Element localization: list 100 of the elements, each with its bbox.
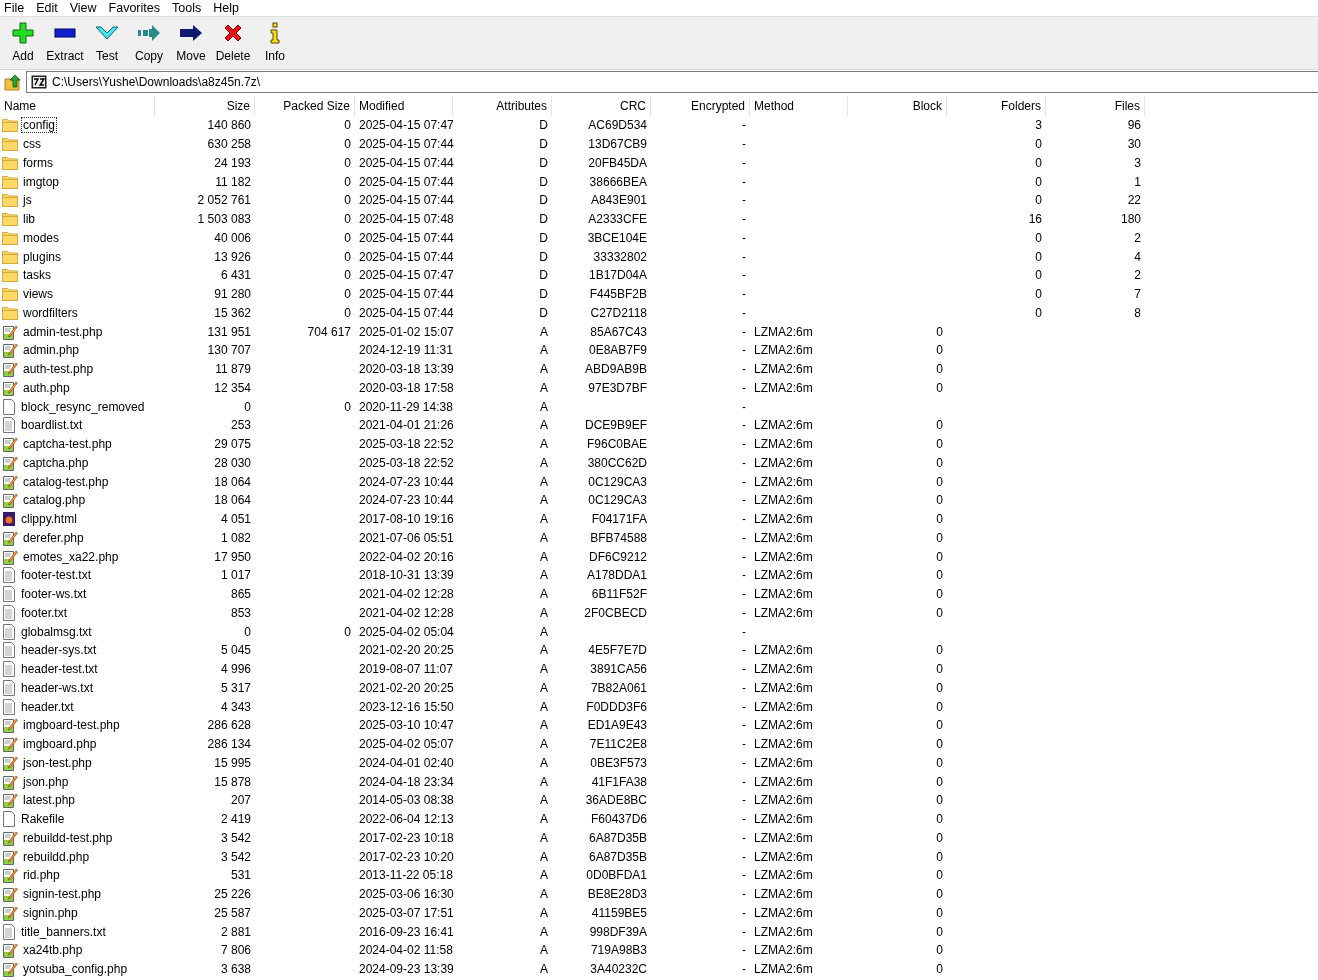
file-name[interactable]: footer.txt xyxy=(19,604,70,621)
file-name[interactable]: rebuildd.php xyxy=(21,848,92,865)
table-cell: 0 xyxy=(936,605,943,620)
table-cell: 180 xyxy=(1120,212,1141,227)
table-cell: 3 542 xyxy=(220,849,251,864)
file-name[interactable]: header-ws.txt xyxy=(19,679,96,696)
table-cell: 0 xyxy=(936,868,943,883)
table-cell: 13 926 xyxy=(214,249,251,264)
table-cell: - xyxy=(742,324,746,339)
file-name[interactable]: rebuildd-test.php xyxy=(21,829,115,846)
file-name[interactable]: forms xyxy=(21,154,55,171)
file-name[interactable]: Rakefile xyxy=(19,811,67,828)
file-name[interactable]: plugins xyxy=(21,248,64,265)
file-name[interactable]: xa24tb.php xyxy=(21,942,85,959)
table-cell: 0 xyxy=(344,287,351,302)
file-name[interactable]: catalog-test.php xyxy=(21,473,111,490)
file-name[interactable]: captcha.php xyxy=(21,454,91,471)
table-cell: 17 950 xyxy=(214,549,251,564)
folder-icon xyxy=(2,268,18,283)
file-name[interactable]: modes xyxy=(21,229,62,246)
toolbar-button[interactable]: Info xyxy=(254,17,296,69)
file-name[interactable]: config xyxy=(21,117,58,134)
file-name[interactable]: wordfilters xyxy=(21,304,80,321)
table-cell: 0 xyxy=(936,587,943,602)
table-cell: BE8E28D3 xyxy=(587,887,647,902)
table-cell: A xyxy=(540,905,548,920)
file-name[interactable]: captcha-test.php xyxy=(21,436,114,453)
file-name[interactable]: header-test.txt xyxy=(19,661,100,678)
table-cell: F0DDD3F6 xyxy=(586,699,647,714)
table-cell: 253 xyxy=(230,418,251,433)
file-name[interactable]: clippy.html xyxy=(19,511,79,528)
table-cell: 2025-03-18 22:52 xyxy=(359,455,454,470)
file-name[interactable]: globalmsg.txt xyxy=(19,623,94,640)
table-cell: 1 017 xyxy=(220,568,251,583)
file-name[interactable]: header.txt xyxy=(19,698,76,715)
table-cell: - xyxy=(742,212,746,227)
table-cell: 2025-04-15 07:44 xyxy=(359,230,454,245)
file-name[interactable]: catalog.php xyxy=(21,492,88,509)
table-cell: 2024-07-23 10:44 xyxy=(359,474,454,489)
menu-item[interactable]: Edit xyxy=(30,0,64,16)
file-name[interactable]: imgtop xyxy=(21,173,62,190)
table-cell: 41F1FA38 xyxy=(591,774,647,789)
file-name[interactable]: js xyxy=(21,192,34,209)
file-name[interactable]: auth-test.php xyxy=(21,361,96,378)
menu-item[interactable]: View xyxy=(63,0,103,16)
menu-item[interactable]: Help xyxy=(207,0,245,16)
table-cell: 2021-07-06 05:51 xyxy=(359,530,454,545)
file-name[interactable]: header-sys.txt xyxy=(19,642,99,659)
folder-icon xyxy=(2,287,18,302)
menu-item[interactable]: Tools xyxy=(166,0,208,16)
table-cell: 0 xyxy=(344,268,351,283)
file-name[interactable]: latest.php xyxy=(21,792,78,809)
table-cell: LZMA2:6m xyxy=(754,549,813,564)
table-cell: D xyxy=(539,230,548,245)
file-name[interactable]: json-test.php xyxy=(21,754,94,771)
file-name[interactable]: rid.php xyxy=(21,867,62,884)
table-cell: A xyxy=(540,605,548,620)
file-name[interactable]: block_resync_removed xyxy=(19,398,147,415)
table-cell: 38666BEA xyxy=(589,174,647,189)
file-name[interactable]: lib xyxy=(21,211,37,228)
file-name[interactable]: views xyxy=(21,286,55,303)
file-name[interactable]: admin.php xyxy=(21,342,82,359)
menu-item[interactable]: Favorites xyxy=(102,0,166,16)
file-name[interactable]: auth.php xyxy=(21,379,72,396)
file-name[interactable]: admin-test.php xyxy=(21,323,105,340)
file-name[interactable]: imgboard.php xyxy=(21,736,99,753)
toolbar-button[interactable]: Copy xyxy=(128,17,170,69)
table-cell: 2 xyxy=(1134,268,1141,283)
table-cell: - xyxy=(742,287,746,302)
file-name[interactable]: json.php xyxy=(21,773,71,790)
file-name[interactable]: footer-test.txt xyxy=(19,567,94,584)
file-name[interactable]: title_banners.txt xyxy=(19,923,108,940)
table-cell: 0 xyxy=(344,305,351,320)
toolbar-button[interactable]: Add xyxy=(2,17,44,69)
table-cell: 0 xyxy=(1035,268,1042,283)
menu-item[interactable]: File xyxy=(0,0,31,16)
file-name[interactable]: footer-ws.txt xyxy=(19,586,89,603)
file-name[interactable]: imgboard-test.php xyxy=(21,717,122,734)
table-cell: 2025-04-15 07:44 xyxy=(359,155,454,170)
file-name[interactable]: yotsuba_config.php xyxy=(21,961,130,978)
toolbar-button[interactable]: Extract xyxy=(44,17,86,69)
file-name[interactable]: tasks xyxy=(21,267,53,284)
table-cell: LZMA2:6m xyxy=(754,493,813,508)
file-name[interactable]: emotes_xa22.php xyxy=(21,548,121,565)
table-cell: - xyxy=(742,943,746,958)
file-name[interactable]: css xyxy=(21,136,43,153)
path-field[interactable]: C:\Users\Yushe\Downloads\a8z45n.7z\ xyxy=(26,71,1318,93)
file-name[interactable]: derefer.php xyxy=(21,529,86,546)
table-cell: 2025-04-15 07:48 xyxy=(359,212,454,227)
toolbar-button[interactable]: Test xyxy=(86,17,128,69)
file-name[interactable]: boardlist.txt xyxy=(19,417,85,434)
table-cell: 0 xyxy=(344,137,351,152)
file-name[interactable]: signin-test.php xyxy=(21,886,104,903)
table-cell: LZMA2:6m xyxy=(754,455,813,470)
toolbar-button[interactable]: Delete xyxy=(212,17,254,69)
toolbar-button[interactable]: Move xyxy=(170,17,212,69)
table-cell: LZMA2:6m xyxy=(754,418,813,433)
table-cell: 0C129CA3 xyxy=(588,474,647,489)
file-name[interactable]: signin.php xyxy=(21,904,80,921)
table-cell: 91 280 xyxy=(214,287,251,302)
